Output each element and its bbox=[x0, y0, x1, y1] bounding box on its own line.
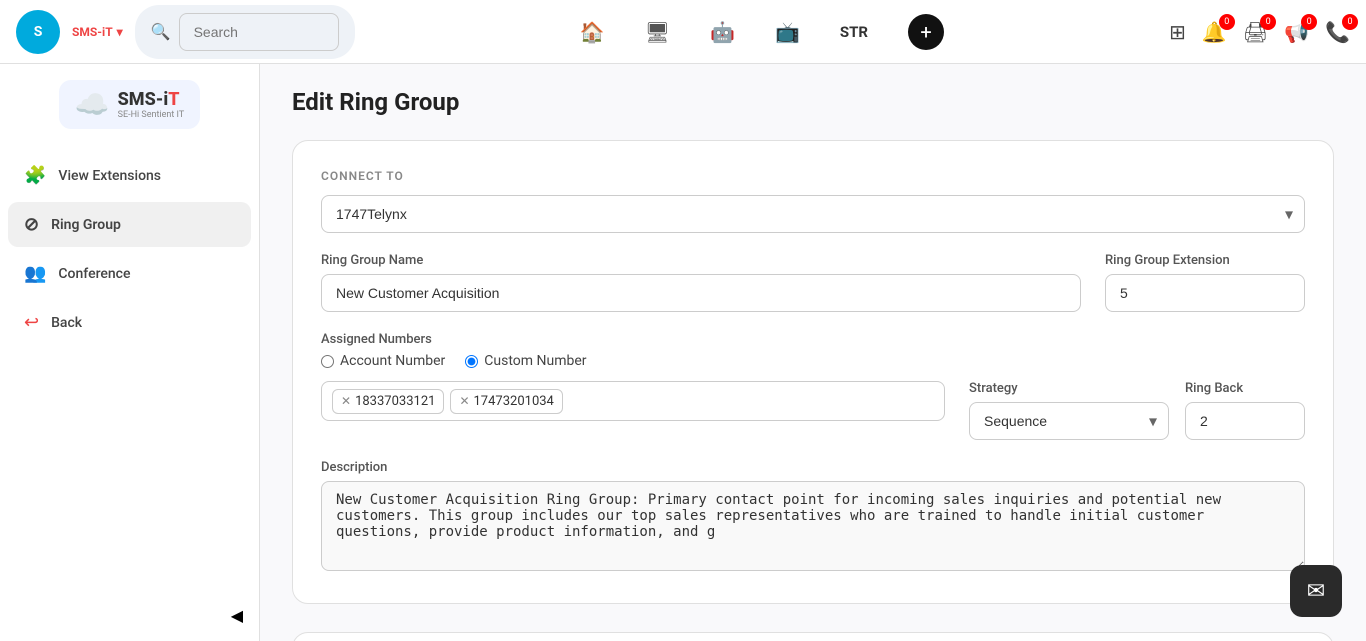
sidebar-item-label: Ring Group bbox=[51, 217, 121, 233]
sidebar-item-conference[interactable]: 👥 Conference bbox=[8, 251, 251, 296]
sidebar-item-back[interactable]: ↩ Back bbox=[8, 300, 251, 345]
top-navigation: S SMS-iT ▾ 🔍 🏠 🖥 🤖 📺 STR + ⊞ 🔔0 🖨0 📢0 📞0 bbox=[0, 0, 1366, 64]
sidebar-item-label: Back bbox=[51, 315, 82, 331]
custom-number-radio-label[interactable]: Custom Number bbox=[465, 353, 586, 369]
connect-to-select-wrapper[interactable]: 1747Telynx bbox=[321, 195, 1305, 233]
brand-name[interactable]: SMS-iT ▾ bbox=[72, 25, 123, 39]
phone-badge: 0 bbox=[1342, 14, 1358, 30]
ring-group-ext-label: Ring Group Extension bbox=[1105, 253, 1305, 268]
print-badge: 0 bbox=[1260, 14, 1276, 30]
sidebar-nav: 🧩 View Extensions ⊘ Ring Group 👥 Confere… bbox=[0, 153, 259, 345]
megaphone-button[interactable]: 📢0 bbox=[1284, 20, 1309, 44]
tag-value: 17473201034 bbox=[474, 394, 554, 409]
description-textarea[interactable]: New Customer Acquisition Ring Group: Pri… bbox=[321, 481, 1305, 571]
sidebar-item-ring-group[interactable]: ⊘ Ring Group bbox=[8, 202, 251, 247]
sidebar-brand-name: SMS-iT bbox=[118, 89, 185, 110]
search-icon: 🔍 bbox=[151, 22, 171, 41]
ring-group-icon: ⊘ bbox=[24, 214, 39, 235]
nav-center: 🏠 🖥 🤖 📺 STR + bbox=[367, 14, 1157, 50]
tag-value: 18337033121 bbox=[355, 394, 435, 409]
strategy-select-wrapper[interactable]: Sequence Ring All Round Robin bbox=[969, 402, 1169, 440]
sidebar-collapse-button[interactable]: ◀ bbox=[0, 590, 259, 641]
ringback-label: Ring Back bbox=[1185, 381, 1305, 396]
mail-icon: ✉ bbox=[1307, 579, 1325, 604]
tag-item[interactable]: ✕ 18337033121 bbox=[332, 389, 444, 414]
sidebar: ☁️ SMS-iT SE-Hi Sentient IT 🧩 View Exten… bbox=[0, 64, 260, 641]
brand-label: SMS-iT bbox=[72, 25, 113, 39]
ring-group-ext-input[interactable] bbox=[1105, 274, 1305, 312]
mail-fab-button[interactable]: ✉ bbox=[1290, 565, 1342, 617]
grid-menu-button[interactable]: ⊞ bbox=[1169, 20, 1186, 44]
nav-str-label: STR bbox=[840, 23, 868, 41]
account-number-radio[interactable] bbox=[321, 355, 334, 368]
search-bar[interactable]: 🔍 bbox=[135, 5, 355, 59]
monitor-icon[interactable]: 🖥 bbox=[645, 20, 670, 44]
connect-to-label: CONNECT TO bbox=[321, 169, 1305, 183]
sidebar-brand-sub: SE-Hi Sentient IT bbox=[118, 110, 185, 120]
notification-badge: 0 bbox=[1219, 14, 1235, 30]
connect-to-select[interactable]: 1747Telynx bbox=[321, 195, 1305, 233]
puzzle-icon: 🧩 bbox=[24, 165, 46, 186]
add-button[interactable]: + bbox=[908, 14, 944, 50]
sidebar-item-label: View Extensions bbox=[58, 168, 161, 184]
conference-icon: 👥 bbox=[24, 263, 46, 284]
brand-avatar: S bbox=[16, 10, 60, 54]
ring-group-name-label: Ring Group Name bbox=[321, 253, 1081, 268]
ring-group-name-input[interactable] bbox=[321, 274, 1081, 312]
strategy-label: Strategy bbox=[969, 381, 1169, 396]
custom-number-radio[interactable] bbox=[465, 355, 478, 368]
tags-input[interactable]: ✕ 18337033121 ✕ 17473201034 bbox=[321, 381, 945, 421]
tv-icon[interactable]: 📺 bbox=[775, 20, 800, 44]
robot-icon[interactable]: 🤖 bbox=[710, 20, 735, 44]
account-number-label: Account Number bbox=[340, 353, 445, 369]
notification-bell-button[interactable]: 🔔0 bbox=[1202, 20, 1227, 44]
brand-chevron-icon: ▾ bbox=[117, 25, 123, 39]
sidebar-item-label: Conference bbox=[58, 266, 130, 282]
logo-cloud-icon: ☁️ bbox=[75, 88, 110, 121]
collapse-icon: ◀ bbox=[231, 606, 243, 625]
tag-item[interactable]: ✕ 17473201034 bbox=[450, 389, 562, 414]
search-input[interactable] bbox=[179, 13, 339, 51]
sidebar-item-view-extensions[interactable]: 🧩 View Extensions bbox=[8, 153, 251, 198]
if-not-answered-card: If Call Not Answered Connect to Extensio… bbox=[292, 632, 1334, 641]
back-icon: ↩ bbox=[24, 312, 39, 333]
sidebar-logo: ☁️ SMS-iT SE-Hi Sentient IT bbox=[59, 80, 201, 129]
home-icon[interactable]: 🏠 bbox=[580, 20, 605, 44]
edit-ring-group-card: CONNECT TO 1747Telynx Ring Group Name Ri… bbox=[292, 140, 1334, 604]
phone-button[interactable]: 📞0 bbox=[1325, 20, 1350, 44]
ringback-input[interactable] bbox=[1185, 402, 1305, 440]
account-number-radio-label[interactable]: Account Number bbox=[321, 353, 445, 369]
megaphone-badge: 0 bbox=[1301, 14, 1317, 30]
page-title: Edit Ring Group bbox=[292, 88, 1334, 116]
strategy-select[interactable]: Sequence Ring All Round Robin bbox=[969, 402, 1169, 440]
assigned-numbers-radio-group: Account Number Custom Number bbox=[321, 353, 1305, 369]
main-content: Edit Ring Group CONNECT TO 1747Telynx Ri… bbox=[260, 64, 1366, 641]
description-label: Description bbox=[321, 460, 1305, 475]
tag-remove-icon[interactable]: ✕ bbox=[341, 394, 351, 408]
nav-right: ⊞ 🔔0 🖨0 📢0 📞0 bbox=[1169, 20, 1350, 44]
assigned-numbers-label: Assigned Numbers bbox=[321, 332, 1305, 347]
print-button[interactable]: 🖨0 bbox=[1243, 20, 1268, 44]
tag-remove-icon[interactable]: ✕ bbox=[459, 394, 469, 408]
custom-number-label: Custom Number bbox=[484, 353, 586, 369]
